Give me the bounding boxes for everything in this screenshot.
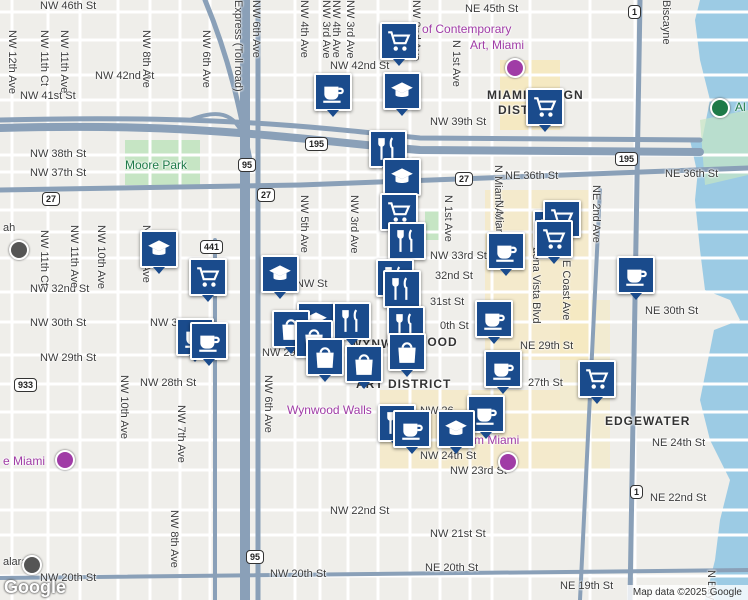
shopping-marker[interactable] xyxy=(388,333,426,377)
google-logo: Google xyxy=(4,577,66,597)
cafe-icon xyxy=(623,262,649,288)
grocery-marker[interactable] xyxy=(578,360,616,404)
shopping-icon xyxy=(394,339,420,365)
school-marker[interactable] xyxy=(261,255,299,299)
shopping-icon xyxy=(312,344,338,370)
cafe-marker[interactable] xyxy=(314,73,352,117)
school-icon xyxy=(389,78,415,104)
school-icon xyxy=(146,236,172,262)
grocery-icon xyxy=(195,264,221,290)
school-marker[interactable] xyxy=(383,72,421,116)
us27-shield: 27 xyxy=(42,192,61,206)
restaurant-marker[interactable] xyxy=(333,302,371,346)
r441-shield: 441 xyxy=(200,240,224,254)
cafe-icon xyxy=(481,306,507,332)
cafe-icon xyxy=(196,328,222,354)
cafe-marker[interactable] xyxy=(484,350,522,394)
grocery-marker[interactable] xyxy=(526,88,564,132)
us1-shield-2: 1 xyxy=(628,5,642,19)
r933-shield: 933 xyxy=(14,378,38,392)
restaurant-icon xyxy=(339,308,365,334)
school-marker[interactable] xyxy=(140,230,178,274)
i195-shield-2: 195 xyxy=(615,152,639,166)
cafe-icon xyxy=(320,79,346,105)
museum-dot[interactable] xyxy=(505,58,525,78)
grocery-marker[interactable] xyxy=(535,220,573,264)
grocery-icon xyxy=(541,226,567,252)
cafe-marker[interactable] xyxy=(393,410,431,454)
museum-dot-3[interactable] xyxy=(55,450,75,470)
shopping-icon xyxy=(351,351,377,377)
map-view[interactable]: NW 46th St NW 42nd St NW 41st St NW 42nd St… xyxy=(0,0,748,600)
school-icon xyxy=(267,261,293,287)
restaurant-icon xyxy=(389,276,415,302)
i95-shield: 95 xyxy=(238,158,257,172)
cafe-icon xyxy=(490,356,516,382)
grocery-marker[interactable] xyxy=(189,258,227,302)
grocery-icon xyxy=(386,28,412,54)
grocery-icon xyxy=(532,94,558,120)
shopping-marker[interactable] xyxy=(306,338,344,382)
school-marker[interactable] xyxy=(383,158,421,202)
restaurant-marker[interactable] xyxy=(388,222,426,266)
cafe-icon xyxy=(493,238,519,264)
cafe-icon xyxy=(473,401,499,427)
cafe-marker[interactable] xyxy=(617,256,655,300)
us27-shield-2: 27 xyxy=(257,188,276,202)
map-base xyxy=(0,0,748,600)
shopping-marker[interactable] xyxy=(345,345,383,389)
transit-dot[interactable] xyxy=(9,240,29,260)
restaurant-marker[interactable] xyxy=(383,270,421,314)
cafe-marker[interactable] xyxy=(475,300,513,344)
school-icon xyxy=(443,416,469,442)
us27-shield-3: 27 xyxy=(455,172,474,186)
i195-shield: 195 xyxy=(305,137,329,151)
cafe-marker[interactable] xyxy=(487,232,525,276)
park-dot[interactable] xyxy=(710,98,730,118)
school-marker[interactable] xyxy=(437,410,475,454)
grocery-icon xyxy=(584,366,610,392)
transit-dot-2[interactable] xyxy=(22,555,42,575)
cafe-icon xyxy=(399,416,425,442)
restaurant-icon xyxy=(394,228,420,254)
school-icon xyxy=(389,164,415,190)
us1-shield: 1 xyxy=(630,485,644,499)
grocery-marker[interactable] xyxy=(380,22,418,66)
map-attribution: Map data ©2025 Google xyxy=(626,585,748,600)
i95-shield-2: 95 xyxy=(246,550,265,564)
museum-dot-2[interactable] xyxy=(498,452,518,472)
cafe-marker[interactable] xyxy=(190,322,228,366)
